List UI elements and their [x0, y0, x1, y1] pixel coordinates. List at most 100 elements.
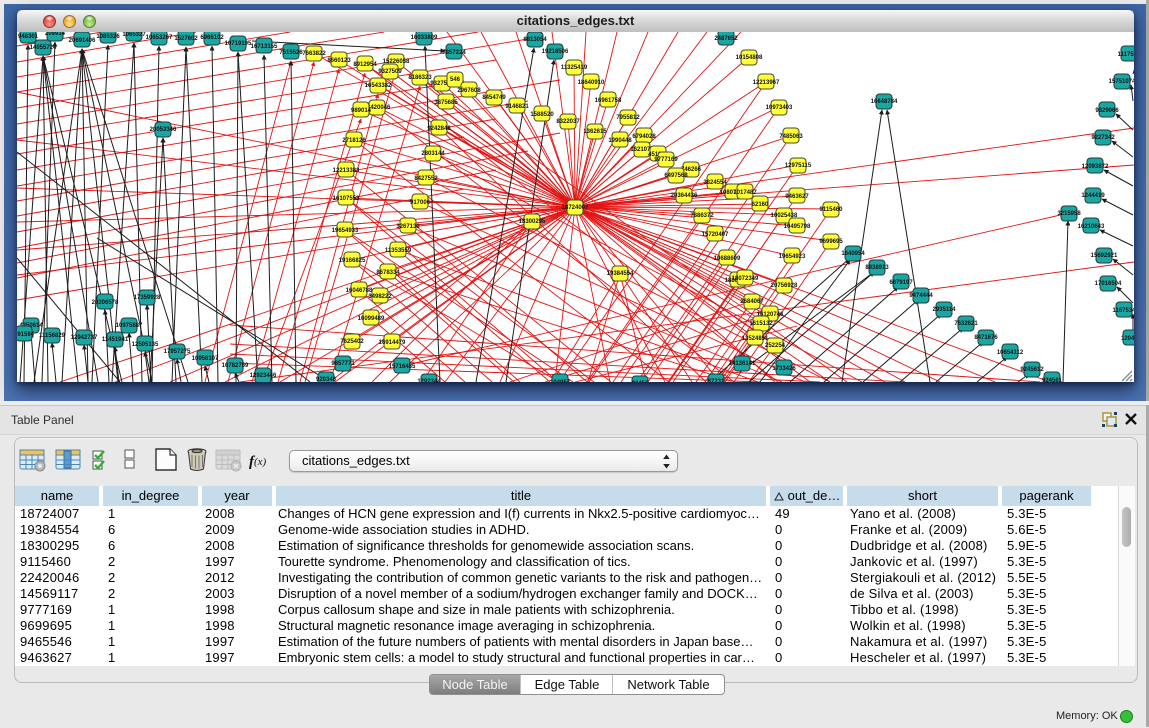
svg-text:2487652: 2487652	[714, 36, 738, 42]
svg-text:12213383: 12213383	[333, 168, 360, 174]
svg-text:15692921: 15692921	[1091, 253, 1118, 259]
svg-text:3824554: 3824554	[703, 180, 727, 186]
svg-text:2718126: 2718126	[342, 138, 366, 144]
svg-text:16713155: 16713155	[251, 44, 278, 50]
svg-text:11353559: 11353559	[385, 248, 412, 254]
svg-text:9857771: 9857771	[331, 361, 355, 367]
svg-text:7632621: 7632621	[954, 321, 978, 327]
svg-text:3498222: 3498222	[368, 294, 392, 300]
svg-text:6879197: 6879197	[889, 280, 913, 286]
svg-text:9463627: 9463627	[785, 194, 809, 200]
svg-text:7955812: 7955812	[616, 115, 640, 121]
svg-text:20691406: 20691406	[69, 38, 96, 44]
svg-text:1733426: 1733426	[772, 366, 796, 372]
svg-text:1167534: 1167534	[1112, 308, 1134, 314]
svg-text:10958107: 10958107	[192, 356, 219, 362]
svg-text:3875685: 3875685	[434, 100, 458, 106]
svg-text:18072349: 18072349	[732, 276, 759, 282]
svg-text:8938913: 8938913	[865, 265, 889, 271]
svg-text:16782759: 16782759	[222, 363, 249, 369]
svg-text:16648784: 16648784	[871, 99, 898, 105]
svg-text:7663822: 7663822	[302, 51, 326, 57]
svg-text:8912954: 8912954	[353, 62, 377, 68]
svg-text:6794028: 6794028	[632, 134, 656, 140]
svg-text:1990448: 1990448	[608, 138, 632, 144]
svg-text:120435: 120435	[1121, 336, 1134, 342]
svg-text:15751074: 15751074	[1109, 79, 1134, 85]
svg-text:13524851: 13524851	[742, 336, 769, 342]
svg-text:19218506: 19218506	[542, 49, 569, 55]
svg-text:8813054: 8813054	[523, 37, 547, 43]
svg-text:16099489: 16099489	[358, 316, 385, 322]
svg-text:7485063: 7485063	[779, 134, 803, 140]
svg-text:15720407: 15720407	[702, 232, 729, 238]
svg-text:9146821: 9146821	[505, 104, 529, 110]
svg-text:9245612: 9245612	[1020, 367, 1044, 373]
svg-text:2967608: 2967608	[457, 88, 481, 94]
svg-text:18300295: 18300295	[519, 219, 546, 225]
svg-text:8427552: 8427552	[414, 176, 438, 182]
svg-text:12942737: 12942737	[71, 335, 98, 341]
svg-text:(x): (x)	[254, 456, 267, 468]
svg-text:8660123: 8660123	[327, 58, 351, 64]
svg-text:12923446: 12923446	[250, 373, 277, 379]
svg-text:1117534: 1117534	[1118, 52, 1134, 58]
svg-text:10154808: 10154808	[736, 55, 763, 61]
svg-text:989014: 989014	[351, 108, 372, 114]
svg-text:19654933: 19654933	[332, 228, 359, 234]
svg-text:1244419: 1244419	[1081, 193, 1105, 199]
svg-text:16107553: 16107553	[333, 196, 360, 202]
svg-text:11156829: 11156829	[39, 333, 66, 339]
svg-text:10495798: 10495798	[784, 224, 811, 230]
svg-text:18724007: 18724007	[562, 205, 589, 211]
svg-text:3215958: 3215958	[1057, 211, 1081, 217]
svg-text:19384554: 19384554	[607, 271, 634, 277]
svg-text:17957275: 17957275	[164, 349, 191, 355]
svg-text:12505135: 12505135	[132, 342, 159, 348]
svg-text:391594: 391594	[17, 332, 35, 338]
svg-text:920346: 920346	[316, 377, 337, 382]
svg-text:17016504: 17016504	[1095, 281, 1122, 287]
svg-text:10973403: 10973403	[766, 105, 793, 111]
svg-text:16914479: 16914479	[379, 340, 406, 346]
svg-text:8678334: 8678334	[376, 270, 400, 276]
svg-text:20364436: 20364436	[671, 193, 698, 199]
svg-text:12093872: 12093872	[1082, 164, 1109, 170]
svg-text:1017487: 1017487	[733, 190, 757, 196]
svg-text:9242848: 9242848	[427, 126, 451, 132]
svg-text:1588520: 1588520	[530, 112, 554, 118]
svg-text:16210643: 16210643	[1078, 224, 1105, 230]
svg-text:11325419: 11325419	[561, 65, 588, 71]
svg-text:6497568: 6497568	[664, 173, 688, 179]
svg-text:6966102: 6966102	[200, 35, 224, 41]
svg-text:1527602: 1527602	[174, 36, 198, 42]
svg-text:18640910: 18640910	[578, 80, 605, 86]
svg-text:20206578: 20206578	[92, 300, 119, 306]
svg-text:8322037: 8322037	[556, 119, 580, 125]
svg-text:20756928: 20756928	[771, 283, 798, 289]
svg-text:104954: 104954	[550, 380, 571, 382]
svg-text:209914: 209914	[45, 32, 66, 37]
svg-text:8454749: 8454749	[482, 95, 506, 101]
svg-text:9777169: 9777169	[654, 157, 678, 163]
svg-text:9474444: 9474444	[909, 293, 933, 299]
svg-text:9327509: 9327509	[378, 69, 402, 75]
svg-text:7625402: 7625402	[340, 339, 364, 345]
svg-text:8471676: 8471676	[974, 335, 998, 341]
svg-text:10653267: 10653267	[146, 35, 173, 41]
svg-text:3267130: 3267130	[396, 224, 420, 230]
svg-text:9329966: 9329966	[1095, 108, 1119, 114]
svg-text:14055724: 14055724	[30, 45, 57, 51]
svg-text:1085326: 1085326	[96, 34, 120, 40]
svg-text:15716485: 15716485	[389, 364, 416, 370]
svg-text:10975887: 10975887	[116, 323, 143, 329]
svg-text:1640954: 1640954	[841, 251, 865, 257]
svg-text:8186323: 8186323	[408, 75, 432, 81]
svg-text:20053346: 20053346	[150, 127, 177, 133]
svg-text:546: 546	[450, 77, 461, 83]
svg-text:2935114: 2935114	[932, 307, 956, 313]
svg-text:1362615: 1362615	[583, 129, 607, 135]
svg-text:1615132: 1615132	[749, 321, 773, 327]
svg-text:7515526: 7515526	[279, 50, 303, 56]
svg-text:92456: 92456	[632, 381, 649, 382]
